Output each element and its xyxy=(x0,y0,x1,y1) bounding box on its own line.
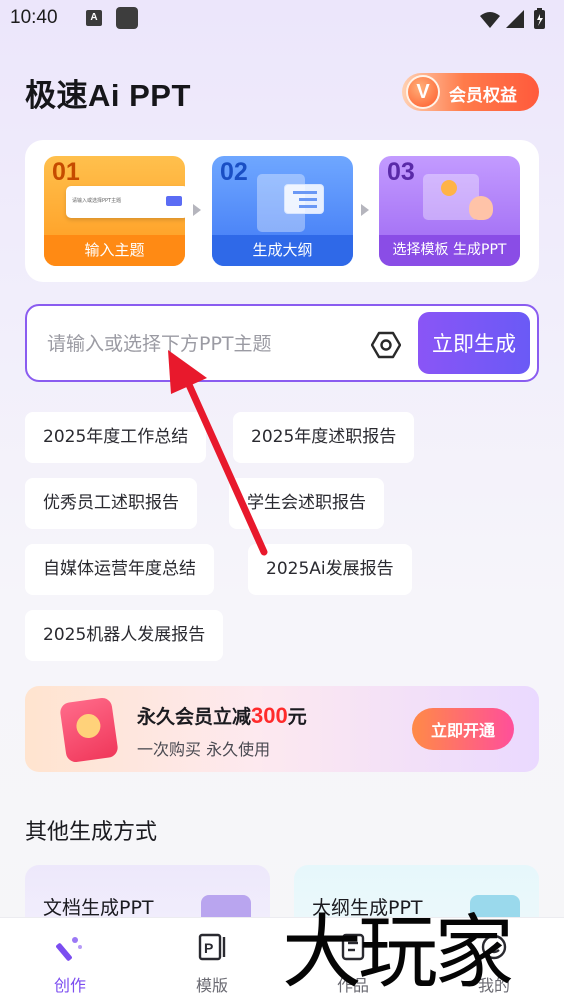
vip-benefits-button[interactable]: V 会员权益 xyxy=(402,73,539,111)
red-envelope-icon xyxy=(59,696,119,764)
nav-label: 创作 xyxy=(53,976,86,995)
check-icon xyxy=(441,180,457,196)
vip-promo-banner[interactable]: 永久会员立减300元 一次购买 永久使用 立即开通 xyxy=(25,686,539,772)
svg-text:P: P xyxy=(204,940,213,956)
status-indicators xyxy=(480,8,545,29)
step-label: 输入主题 xyxy=(44,235,185,266)
topic-chip[interactable]: 自媒体运营年度总结 xyxy=(25,544,214,595)
mock-input-illustration: 请输入或选择PPT主题 xyxy=(66,186,185,218)
status-bar: 10:40 A xyxy=(0,0,564,40)
steps-card: 01 请输入或选择PPT主题 输入主题 02 生成大纲 03 选择模板 生成PP… xyxy=(25,140,539,282)
settings-hex-icon[interactable] xyxy=(371,330,401,360)
signal-icon xyxy=(506,10,524,28)
vip-benefits-label: 会员权益 xyxy=(449,86,517,106)
step-choose-template: 03 选择模板 生成PPT xyxy=(379,156,520,266)
generate-button[interactable]: 立即生成 xyxy=(418,312,530,374)
chevron-right-icon xyxy=(361,204,369,216)
step-generate-outline: 02 生成大纲 xyxy=(212,156,353,266)
topic-input-container: 立即生成 xyxy=(25,304,539,382)
topic-chip[interactable]: 2025Ai发展报告 xyxy=(248,544,412,595)
step-label: 选择模板 生成PPT xyxy=(379,235,520,266)
nav-templates[interactable]: P 模版 xyxy=(152,918,272,1004)
status-time: 10:40 xyxy=(10,7,58,28)
wifi-icon xyxy=(480,12,500,28)
notification-a-icon: A xyxy=(86,10,102,26)
other-methods-title: 其他生成方式 xyxy=(25,820,158,845)
topic-chip[interactable]: 2025年度述职报告 xyxy=(233,412,415,463)
step-number: 03 xyxy=(387,158,415,186)
hand-pointer-icon xyxy=(469,196,493,220)
promo-title: 永久会员立减300元 xyxy=(137,703,307,728)
method-label: 文档生成PPT xyxy=(43,897,154,919)
step-number: 01 xyxy=(52,158,80,186)
app-title: 极速Ai PPT xyxy=(25,78,191,113)
step-label: 生成大纲 xyxy=(212,235,353,266)
topic-chip[interactable]: 2025机器人发展报告 xyxy=(25,610,224,661)
step-number: 02 xyxy=(220,158,248,186)
topic-chip[interactable]: 2025年度工作总结 xyxy=(25,412,207,463)
open-membership-button[interactable]: 立即开通 xyxy=(412,708,514,750)
step-input-topic: 01 请输入或选择PPT主题 输入主题 xyxy=(44,156,185,266)
outline-panel-icon xyxy=(284,184,324,214)
notification-app-icon xyxy=(116,7,138,29)
nav-create[interactable]: 创作 xyxy=(10,918,130,1004)
topic-chip[interactable]: 优秀员工述职报告 xyxy=(25,478,197,529)
ppt-template-icon: P xyxy=(198,933,226,961)
topic-chip[interactable]: 学生会述职报告 xyxy=(229,478,384,529)
chevron-right-icon xyxy=(193,204,201,216)
watermark: 大玩家 xyxy=(282,906,514,999)
nav-label: 模版 xyxy=(195,976,228,995)
topic-input[interactable] xyxy=(47,326,367,362)
vip-badge-icon: V xyxy=(406,75,440,109)
promo-subtitle: 一次购买 永久使用 xyxy=(137,740,271,759)
magic-wand-icon xyxy=(56,937,82,961)
promo-amount: 300 xyxy=(251,703,288,728)
